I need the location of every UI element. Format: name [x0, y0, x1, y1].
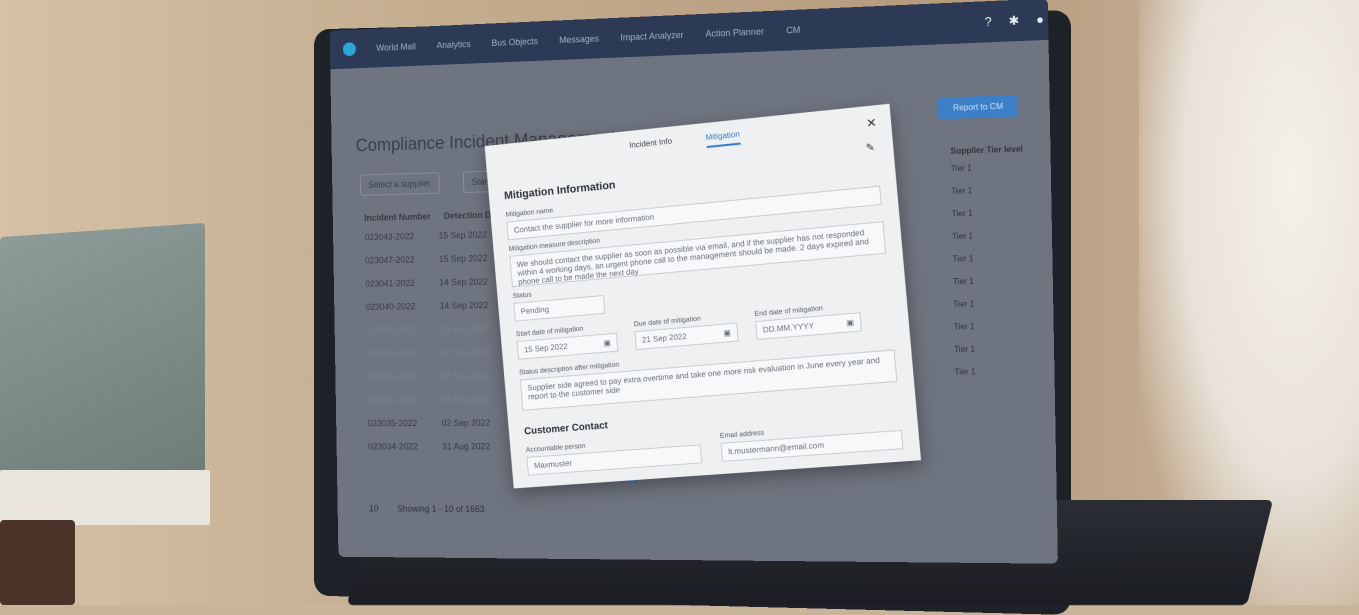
table-row[interactable]: Tier 1	[952, 230, 1025, 254]
topbar-actions: ? ✱ ●	[985, 11, 1058, 29]
nav-impact-analyzer[interactable]: Impact Analyzer	[620, 30, 683, 43]
incident-number: 023036-2022	[367, 394, 417, 405]
incident-table: Incident Number Detection Date 023043-20…	[364, 210, 508, 465]
accountable-group: Accountable person Maxmuster	[525, 430, 703, 481]
help-icon[interactable]: ?	[985, 14, 992, 29]
table-row[interactable]: 023036-2022 04 Sep 2022	[367, 394, 507, 418]
end-date-value: DD.MM.YYYY	[762, 321, 815, 335]
nav-messages[interactable]: Messages	[559, 34, 599, 46]
notebook-pages	[0, 470, 210, 525]
detection-date: 15 Sep 2022	[438, 229, 487, 241]
nav-action-planner[interactable]: Action Planner	[705, 26, 764, 39]
tab-incident-info[interactable]: Incident Info	[629, 137, 673, 156]
table-row[interactable]: Tier 1	[951, 162, 1024, 187]
table-row[interactable]: Tier 1	[954, 321, 1027, 345]
table-row[interactable]: 023034-2022 31 Aug 2022	[368, 441, 508, 465]
start-date-value: 15 Sep 2022	[523, 341, 568, 355]
table-row[interactable]: 023041-2022 14 Sep 2022	[365, 276, 505, 302]
showing-count: Showing 1 - 10 of 1663	[397, 503, 485, 515]
incident-number: 023041-2022	[365, 278, 415, 289]
incident-number: 023037-2022	[366, 371, 417, 382]
column-header: Incident Number	[364, 211, 431, 223]
detection-date: 10 Sep 2022	[440, 347, 489, 358]
status-select[interactable]: Pending	[513, 294, 606, 322]
detection-date: 08 Sep 2022	[440, 370, 490, 382]
nav-analytics[interactable]: Analytics	[436, 39, 470, 50]
detection-date: 02 Sep 2022	[441, 417, 491, 428]
table-footer: 10 Showing 1 - 10 of 1663	[369, 504, 484, 514]
user-icon[interactable]: ●	[1036, 12, 1044, 27]
incident-number: 023034-2022	[368, 441, 418, 452]
report-to-cm-button[interactable]: Report to CM	[938, 94, 1019, 120]
leather-wallet	[0, 520, 75, 605]
nav-bus-objects[interactable]: Bus Objects	[491, 36, 538, 48]
table-row[interactable]: Tier 1	[952, 253, 1025, 277]
table-row[interactable]: Tier 1	[952, 207, 1025, 231]
detection-date: 14 Sep 2022	[439, 300, 489, 311]
start-date-group: Start date of mitigation 15 Sep 2022 ▣	[515, 319, 619, 366]
incident-number: 023035-2022	[367, 418, 418, 429]
incident-number: 023043-2022	[364, 231, 415, 243]
edit-pencil-icon[interactable]: ✎	[866, 142, 876, 154]
detection-date: 14 Sep 2022	[439, 276, 488, 288]
table-row[interactable]: 023039-2022 13 Sep 2022	[366, 324, 506, 349]
notebook	[0, 222, 205, 488]
table-row[interactable]: 023038-2022 10 Sep 2022	[366, 347, 506, 372]
table-row[interactable]: Tier 1	[953, 298, 1026, 322]
table-row[interactable]: 023047-2022 15 Sep 2022	[365, 253, 505, 279]
email-group: Email address lt.mustermann@email.com	[719, 415, 904, 467]
detection-date: 15 Sep 2022	[438, 253, 488, 264]
table-row[interactable]: 023035-2022 02 Sep 2022	[368, 418, 508, 442]
detection-date: 13 Sep 2022	[440, 323, 489, 335]
tier-table: Supplier Tier level Tier 1 Tier 1 Tier 1…	[950, 144, 1027, 390]
mitigation-modal: ✕ Incident Info Mitigation ✎ Mitigation …	[484, 103, 922, 489]
table-row[interactable]: Tier 1	[953, 276, 1026, 300]
incident-number: 023038-2022	[366, 348, 417, 359]
calendar-icon[interactable]: ▣	[723, 328, 731, 338]
table-row[interactable]: 023043-2022 15 Sep 2022	[365, 229, 505, 256]
incident-number: 023047-2022	[364, 254, 415, 266]
app-name[interactable]: World Mall	[376, 41, 416, 52]
close-icon[interactable]: ✕	[866, 115, 878, 130]
page-size-select[interactable]: 10	[369, 504, 378, 514]
app-logo-icon	[342, 42, 356, 57]
laptop-screen: World Mall Analytics Bus Objects Message…	[329, 0, 1058, 564]
supplier-filter[interactable]: Select a supplier	[359, 172, 440, 196]
due-date-value: 21 Sep 2022	[641, 331, 688, 345]
calendar-icon[interactable]: ▣	[603, 338, 611, 348]
table-row[interactable]: Tier 1	[954, 344, 1027, 367]
table-header: Incident Number Detection Date	[364, 210, 504, 223]
tab-mitigation[interactable]: Mitigation	[705, 129, 741, 149]
detection-date: 31 Aug 2022	[442, 441, 491, 452]
detection-date: 04 Sep 2022	[441, 394, 490, 405]
table-row[interactable]: Tier 1	[951, 185, 1024, 210]
nav-cm[interactable]: CM	[786, 25, 800, 36]
table-row[interactable]: Tier 1	[954, 367, 1027, 390]
incident-number: 023040-2022	[365, 301, 416, 312]
table-row[interactable]: 023040-2022 14 Sep 2022	[366, 300, 506, 326]
incident-number: 023039-2022	[366, 324, 416, 336]
end-date-group: End date of mitigation DD.MM.YYYY ▣	[754, 298, 863, 346]
calendar-icon[interactable]: ▣	[846, 318, 855, 328]
gear-icon[interactable]: ✱	[1008, 13, 1019, 28]
due-date-group: Due date of mitigation 21 Sep 2022 ▣	[633, 309, 739, 356]
column-header: Supplier Tier level	[950, 144, 1023, 156]
table-row[interactable]: 023037-2022 08 Sep 2022	[367, 371, 507, 396]
